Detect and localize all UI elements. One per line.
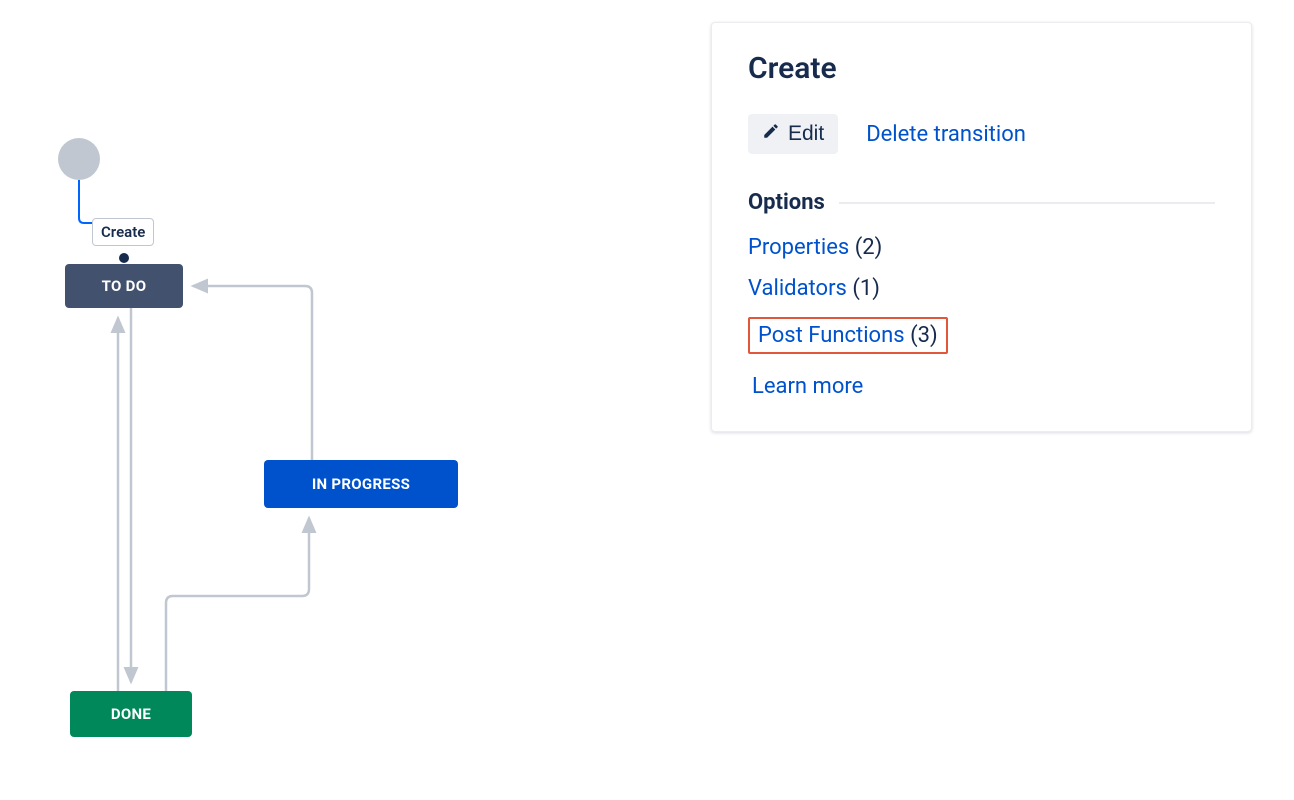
- status-label: IN PROGRESS: [312, 475, 410, 493]
- transition-label-text: Create: [101, 223, 145, 241]
- status-label: TO DO: [102, 277, 147, 295]
- option-post-functions: Post Functions (3): [748, 317, 1215, 354]
- pencil-icon: [762, 122, 780, 146]
- panel-actions: Edit Delete transition: [748, 114, 1215, 154]
- transition-label-create[interactable]: Create: [92, 218, 154, 246]
- option-link[interactable]: Post Functions: [758, 323, 905, 348]
- options-list: Properties (2) Validators (1) Post Funct…: [748, 235, 1215, 399]
- option-link[interactable]: Properties: [748, 235, 849, 260]
- option-link[interactable]: Validators: [748, 276, 847, 301]
- option-properties: Properties (2): [748, 235, 1215, 260]
- status-todo[interactable]: TO DO: [65, 264, 183, 308]
- option-validators: Validators (1): [748, 276, 1215, 301]
- highlight-box: Post Functions (3): [748, 317, 948, 354]
- status-in-progress[interactable]: IN PROGRESS: [264, 460, 458, 508]
- delete-transition-link[interactable]: Delete transition: [866, 122, 1026, 147]
- option-count: (3): [910, 323, 938, 348]
- workflow-start-node[interactable]: [58, 138, 100, 180]
- edit-button-label: Edit: [788, 122, 824, 146]
- status-done[interactable]: DONE: [70, 691, 192, 737]
- options-title: Options: [748, 190, 825, 215]
- panel-title: Create: [748, 51, 1215, 86]
- status-label: DONE: [111, 705, 151, 723]
- transition-details-panel: Create Edit Delete transition Options Pr…: [711, 22, 1252, 432]
- option-count: (1): [852, 276, 880, 301]
- option-learn-more: Learn more: [748, 374, 1215, 399]
- learn-more-link[interactable]: Learn more: [752, 374, 863, 399]
- transition-entry-dot: [119, 253, 129, 263]
- canvas: Create TO DO IN PROGRESS DONE Create Edi…: [0, 0, 1294, 800]
- options-header: Options: [748, 190, 1215, 215]
- options-divider: [839, 202, 1215, 204]
- option-count: (2): [855, 235, 883, 260]
- edit-button[interactable]: Edit: [748, 114, 838, 154]
